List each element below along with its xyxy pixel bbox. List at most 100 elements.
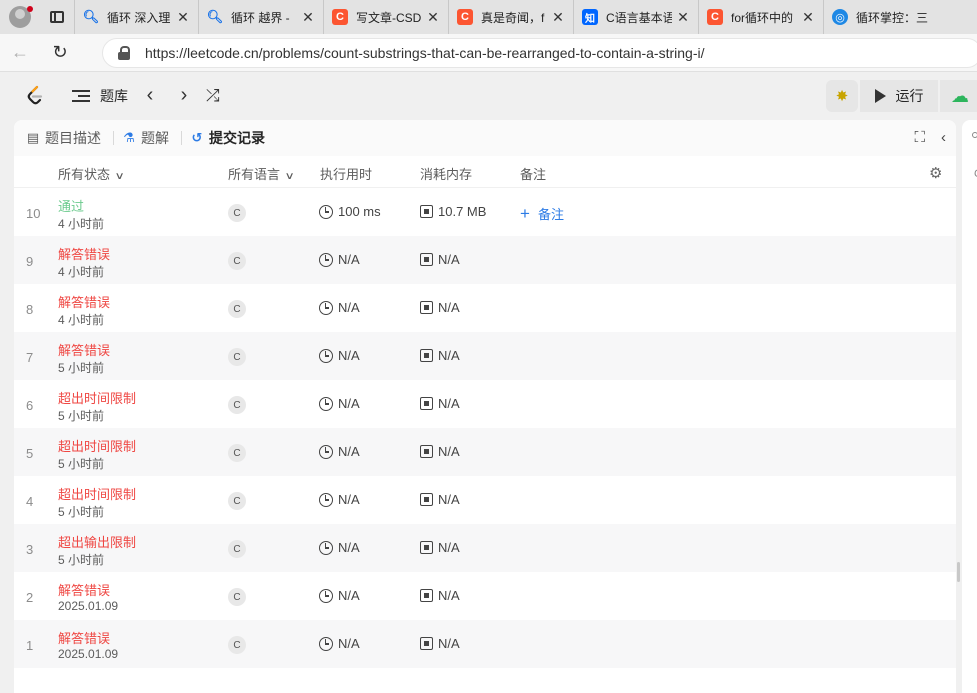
submission-row[interactable]: 4 超出时间限制 5 小时前 C N/A N/A bbox=[14, 476, 956, 524]
tab-solutions[interactable]: ⚗ 题解 bbox=[122, 128, 169, 148]
chip-icon bbox=[420, 253, 433, 266]
runtime-value: N/A bbox=[319, 636, 360, 651]
browser-tab[interactable]: C for循环中的 ✕ bbox=[698, 0, 823, 34]
language-filter[interactable]: 所有语言 ∨ bbox=[228, 164, 295, 183]
profile-avatar[interactable] bbox=[0, 0, 40, 34]
submission-time: 5 小时前 bbox=[58, 505, 105, 519]
fullscreen-icon[interactable]: ⛶ bbox=[914, 129, 925, 146]
browser-tab[interactable]: C 写文章-CSD ✕ bbox=[323, 0, 448, 34]
add-note-button[interactable]: + 备注 bbox=[520, 204, 564, 223]
close-tab-icon[interactable]: ✕ bbox=[301, 9, 315, 26]
runtime-text: N/A bbox=[338, 636, 360, 651]
browser-tab-title: 写文章-CSD bbox=[356, 10, 422, 25]
memory-value: N/A bbox=[420, 444, 460, 459]
browser-tab[interactable]: 知 C语言基本语 ✕ bbox=[573, 0, 698, 34]
chip-icon bbox=[420, 301, 433, 314]
url-text: https://leetcode.cn/problems/count-subst… bbox=[145, 45, 705, 61]
status-link[interactable]: 解答错误 bbox=[58, 244, 110, 263]
runtime-value: N/A bbox=[319, 492, 360, 507]
memory-text: 10.7 MB bbox=[438, 204, 487, 219]
close-tab-icon[interactable]: ✕ bbox=[551, 9, 565, 26]
tab-description[interactable]: ▤ 题目描述 bbox=[26, 128, 101, 148]
submission-row[interactable]: 8 解答错误 4 小时前 C N/A N/A bbox=[14, 284, 956, 332]
prev-problem-icon[interactable]: ‹ bbox=[140, 84, 160, 107]
submission-row[interactable]: 1 解答错误 2025.01.09 C N/A N/A bbox=[14, 620, 956, 668]
submission-row[interactable]: 6 超出时间限制 5 小时前 C N/A N/A bbox=[14, 380, 956, 428]
submission-row[interactable]: 9 解答错误 4 小时前 C N/A N/A bbox=[14, 236, 956, 284]
status-link[interactable]: 解答错误 bbox=[58, 628, 110, 647]
status-link[interactable]: 通过 bbox=[58, 196, 84, 215]
close-tab-icon[interactable]: ✕ bbox=[801, 9, 815, 26]
runtime-text: N/A bbox=[338, 540, 360, 555]
close-tab-icon[interactable]: ✕ bbox=[426, 9, 440, 26]
runtime-text: N/A bbox=[338, 396, 360, 411]
submission-index: 7 bbox=[26, 350, 34, 365]
scrollbar-thumb[interactable] bbox=[957, 562, 960, 582]
search-icon: 🔍︎ bbox=[206, 9, 224, 24]
runtime-value: N/A bbox=[319, 348, 360, 363]
settings-gear-icon[interactable]: ⚙ bbox=[929, 164, 942, 182]
divider bbox=[181, 131, 182, 145]
status-link[interactable]: 解答错误 bbox=[58, 292, 110, 311]
address-bar[interactable]: https://leetcode.cn/problems/count-subst… bbox=[102, 38, 977, 68]
memory-column-header: 消耗内存 bbox=[420, 167, 473, 182]
tab-grid-icon bbox=[50, 11, 64, 23]
memory-text: N/A bbox=[438, 348, 460, 363]
run-label: 运行 bbox=[895, 88, 924, 104]
status-link[interactable]: 超出时间限制 bbox=[58, 484, 136, 503]
submission-index: 4 bbox=[26, 494, 34, 509]
submission-index: 5 bbox=[26, 446, 34, 461]
clock-icon bbox=[319, 636, 333, 651]
play-icon bbox=[874, 89, 886, 103]
submission-time: 5 小时前 bbox=[58, 553, 105, 567]
tab-label: 题解 bbox=[141, 130, 169, 146]
reload-button[interactable]: ↻ bbox=[40, 34, 80, 72]
status-filter[interactable]: 所有状态 ∨ bbox=[58, 164, 125, 183]
chip-icon bbox=[420, 205, 433, 218]
divider bbox=[113, 131, 114, 145]
browser-tab[interactable]: 🔍︎ 循环 深入理 ✕ bbox=[74, 0, 198, 34]
browser-tab[interactable]: ◎ 循环掌控：三 bbox=[823, 0, 948, 34]
submission-index: 6 bbox=[26, 398, 34, 413]
tab-submissions[interactable]: ↺ 提交记录 bbox=[190, 128, 265, 148]
submission-row[interactable]: 5 超出时间限制 5 小时前 C N/A N/A bbox=[14, 428, 956, 476]
collapse-icon[interactable]: ‹ bbox=[941, 129, 946, 146]
language-badge: C bbox=[228, 540, 246, 558]
status-link[interactable]: 超出输出限制 bbox=[58, 532, 136, 551]
next-problem-icon[interactable]: › bbox=[174, 84, 194, 107]
memory-value: N/A bbox=[420, 588, 460, 603]
tab-label: 提交记录 bbox=[209, 130, 265, 146]
run-button[interactable]: 运行 bbox=[860, 80, 938, 112]
memory-value: N/A bbox=[420, 348, 460, 363]
submission-time: 4 小时前 bbox=[58, 313, 105, 327]
chip-icon bbox=[420, 493, 433, 506]
tab-actions-button[interactable] bbox=[40, 0, 74, 34]
arrow-left-icon: ← bbox=[11, 42, 29, 62]
submit-button[interactable]: ☁ bbox=[940, 80, 977, 112]
csdn-icon: C bbox=[707, 9, 723, 25]
debug-button[interactable]: ✸ bbox=[826, 80, 858, 112]
clock-icon bbox=[319, 396, 333, 411]
submission-row[interactable]: 10 通过 4 小时前 C 100 ms 10.7 MB + 备注 bbox=[14, 188, 956, 236]
back-button[interactable]: ← bbox=[0, 34, 40, 72]
submission-index: 9 bbox=[26, 254, 34, 269]
status-link[interactable]: 解答错误 bbox=[58, 340, 110, 359]
browser-tab[interactable]: C 真是奇闻，f ✕ bbox=[448, 0, 573, 34]
chip-icon bbox=[420, 445, 433, 458]
memory-value: N/A bbox=[420, 252, 460, 267]
notification-dot bbox=[27, 6, 33, 12]
problem-library-button[interactable]: 题库 bbox=[72, 86, 128, 106]
leetcode-logo-icon[interactable] bbox=[24, 84, 48, 108]
close-tab-icon[interactable]: ✕ bbox=[176, 9, 190, 26]
browser-tab[interactable]: 🔍︎ 循环 越界 - ✕ bbox=[198, 0, 323, 34]
shuffle-icon[interactable]: ⤮ bbox=[206, 86, 220, 106]
submission-row[interactable]: 7 解答错误 5 小时前 C N/A N/A bbox=[14, 332, 956, 380]
status-link[interactable]: 超出时间限制 bbox=[58, 388, 136, 407]
submission-row[interactable]: 2 解答错误 2025.01.09 C N/A N/A bbox=[14, 572, 956, 620]
language-badge: C bbox=[228, 396, 246, 414]
submission-row[interactable]: 3 超出输出限制 5 小时前 C N/A N/A bbox=[14, 524, 956, 572]
submission-index: 10 bbox=[26, 206, 41, 221]
status-link[interactable]: 解答错误 bbox=[58, 580, 110, 599]
status-link[interactable]: 超出时间限制 bbox=[58, 436, 136, 455]
close-tab-icon[interactable]: ✕ bbox=[676, 9, 690, 26]
